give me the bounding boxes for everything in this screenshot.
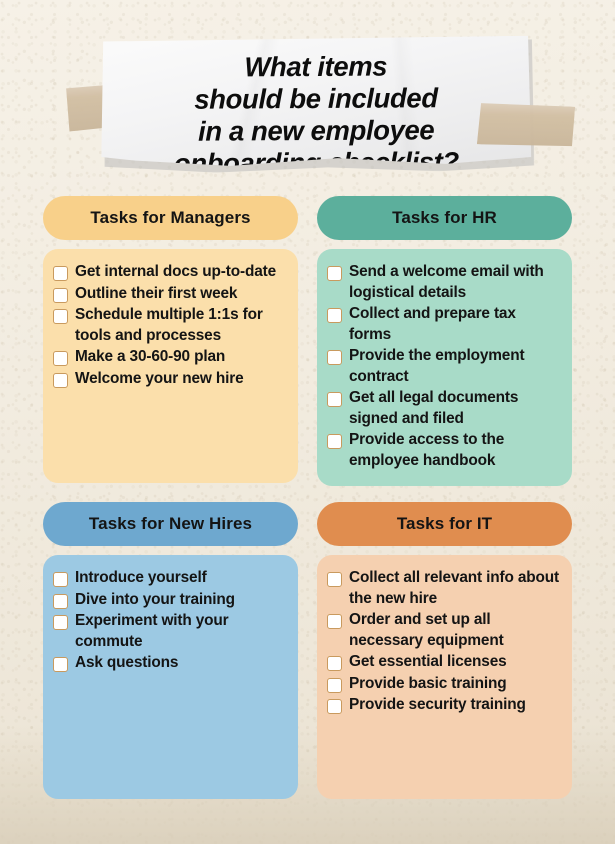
card-new-hires-title: Tasks for New Hires	[88, 514, 253, 533]
card-managers-body: Get internal docs up-to-date Outline the…	[43, 249, 298, 483]
checkbox-icon[interactable]	[53, 309, 68, 324]
checkbox-icon[interactable]	[327, 434, 342, 449]
task-label: Provide security training	[349, 696, 526, 713]
task-label: Get all legal documents signed and filed	[349, 389, 519, 427]
task-label: Provide access to the employee handbook	[349, 431, 505, 469]
task-item[interactable]: Provide the employment contract	[327, 346, 560, 387]
task-item[interactable]: Get essential licenses	[327, 652, 560, 673]
task-label: Send a welcome email with logistical det…	[349, 263, 544, 301]
task-label: Welcome your new hire	[75, 369, 244, 387]
task-item[interactable]: Get all legal documents signed and filed	[327, 388, 560, 429]
checklist-board: Tasks for Managers Get internal docs up-…	[0, 196, 615, 818]
task-item[interactable]: Outline their first week	[53, 284, 286, 305]
task-label: Ask questions	[75, 654, 179, 671]
task-item[interactable]: Order and set up all necessary equipment	[327, 610, 560, 651]
task-item[interactable]: Provide access to the employee handbook	[327, 430, 560, 471]
task-label: Schedule multiple 1:1s for tools and pro…	[75, 306, 263, 344]
task-list-managers: Get internal docs up-to-date Outline the…	[53, 262, 286, 389]
task-item[interactable]: Welcome your new hire	[53, 369, 286, 390]
card-hr: Tasks for HR Send a welcome email with l…	[317, 196, 572, 486]
task-list-it: Collect all relevant info about the new …	[327, 568, 560, 716]
task-item[interactable]: Provide basic training	[327, 674, 560, 695]
card-new-hires-header: Tasks for New Hires	[43, 502, 298, 546]
page-title-line-1: What items	[244, 50, 388, 83]
checkbox-icon[interactable]	[327, 699, 342, 714]
task-list-hr: Send a welcome email with logistical det…	[327, 262, 560, 471]
task-item[interactable]: Provide security training	[327, 695, 560, 716]
checkbox-icon[interactable]	[53, 657, 68, 672]
checkbox-icon[interactable]	[327, 266, 342, 281]
checkbox-icon[interactable]	[53, 351, 68, 366]
page-title-line-2: should be included	[194, 82, 438, 115]
card-managers-title: Tasks for Managers	[90, 208, 251, 227]
task-label: Make a 30-60-90 plan	[75, 348, 226, 365]
checkbox-icon[interactable]	[53, 287, 68, 303]
card-managers: Tasks for Managers Get internal docs up-…	[43, 196, 298, 486]
task-label: Collect and prepare tax forms	[349, 305, 516, 343]
task-item[interactable]: Ask questions	[53, 653, 286, 674]
checkbox-icon[interactable]	[327, 614, 342, 629]
card-it-title: Tasks for IT	[396, 514, 493, 533]
task-label: Provide basic training	[349, 674, 507, 692]
task-item[interactable]: Collect all relevant info about the new …	[327, 568, 560, 609]
tape-right-icon	[477, 101, 575, 149]
task-item[interactable]: Collect and prepare tax forms	[327, 304, 560, 345]
checkbox-icon[interactable]	[327, 308, 342, 323]
task-item[interactable]: Get internal docs up-to-date	[53, 262, 286, 283]
card-managers-header: Tasks for Managers	[43, 196, 298, 240]
checkbox-icon[interactable]	[53, 615, 68, 630]
task-item[interactable]: Dive into your training	[53, 590, 286, 611]
checkbox-icon[interactable]	[53, 372, 68, 388]
task-label: Experiment with your commute	[75, 612, 229, 650]
card-hr-header: Tasks for HR	[317, 196, 572, 240]
card-it-header: Tasks for IT	[317, 502, 572, 546]
task-label: Provide the employment contract	[349, 347, 525, 385]
card-hr-body: Send a welcome email with logistical det…	[317, 249, 572, 486]
task-label: Dive into your training	[75, 590, 235, 608]
page-title-line-3: in a new employee	[197, 114, 435, 147]
task-label: Introduce yourself	[75, 569, 207, 586]
checkbox-icon[interactable]	[327, 677, 342, 693]
task-item[interactable]: Schedule multiple 1:1s for tools and pro…	[53, 305, 286, 346]
task-label: Collect all relevant info about the new …	[349, 569, 560, 607]
task-label: Get internal docs up-to-date	[75, 263, 277, 280]
card-hr-title: Tasks for HR	[392, 208, 497, 227]
task-list-new-hires: Introduce yourself Dive into your traini…	[53, 568, 286, 674]
checkbox-icon[interactable]	[327, 392, 342, 407]
card-new-hires: Tasks for New Hires Introduce yourself D…	[43, 502, 298, 799]
task-item[interactable]: Experiment with your commute	[53, 611, 286, 652]
checkbox-icon[interactable]	[53, 266, 68, 281]
task-item[interactable]: Make a 30-60-90 plan	[53, 347, 286, 368]
checkbox-icon[interactable]	[327, 656, 342, 671]
checkbox-icon[interactable]	[327, 572, 342, 587]
task-label: Order and set up all necessary equipment	[349, 611, 504, 649]
torn-paper-strip: What items should be included in a new e…	[101, 36, 532, 168]
checkbox-icon[interactable]	[53, 572, 68, 587]
task-item[interactable]: Send a welcome email with logistical det…	[327, 262, 560, 303]
checkbox-icon[interactable]	[53, 593, 68, 609]
checkbox-icon[interactable]	[327, 350, 342, 365]
card-it-body: Collect all relevant info about the new …	[317, 555, 572, 799]
card-it: Tasks for IT Collect all relevant info a…	[317, 502, 572, 799]
task-label: Outline their first week	[75, 284, 238, 302]
task-item[interactable]: Introduce yourself	[53, 568, 286, 589]
task-label: Get essential licenses	[349, 653, 507, 670]
header-banner: What items should be included in a new e…	[0, 0, 615, 190]
card-new-hires-body: Introduce yourself Dive into your traini…	[43, 555, 298, 799]
